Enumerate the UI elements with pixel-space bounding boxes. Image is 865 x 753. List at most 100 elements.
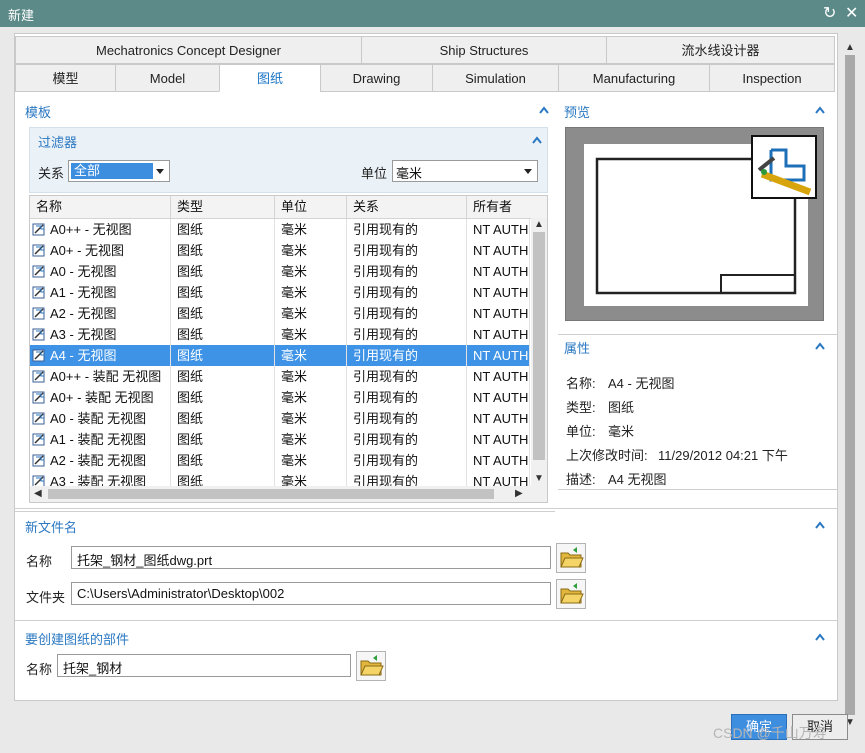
preview-collapse-icon[interactable] (815, 106, 825, 116)
divider (15, 620, 837, 621)
cell-relation: 引用现有的 (347, 387, 467, 408)
tab-drawing-cn[interactable]: 图纸 (219, 64, 321, 92)
cell-type: 图纸 (171, 408, 275, 429)
cell-owner: NT AUTH (467, 261, 530, 282)
table-row[interactable]: A0++ - 无视图 图纸 毫米 引用现有的 NT AUTH (30, 219, 530, 240)
template-collapse-icon[interactable] (539, 106, 549, 116)
cell-relation: 引用现有的 (347, 219, 467, 240)
part-section-title: 要创建图纸的部件 (25, 632, 130, 647)
file-name-input[interactable]: 托架_钢材_图纸dwg.prt (71, 546, 551, 569)
part-collapse-icon[interactable] (815, 633, 825, 643)
cell-type: 图纸 (171, 261, 275, 282)
tab-model-cn[interactable]: 模型 (15, 64, 116, 92)
file-name-label: 名称 (26, 554, 53, 569)
cell-type: 图纸 (171, 240, 275, 261)
cell-owner: NT AUTH (467, 324, 530, 345)
scroll-down-icon[interactable]: ▼ (534, 473, 544, 484)
unit-select[interactable]: 毫米 (392, 160, 538, 182)
tab-mechatronics[interactable]: Mechatronics Concept Designer (15, 36, 362, 64)
close-icon[interactable]: ✕ (845, 3, 858, 23)
table-row[interactable]: A0++ - 装配 无视图 图纸 毫米 引用现有的 NT AUTH (30, 366, 530, 387)
tab-manufacturing[interactable]: Manufacturing (558, 64, 710, 92)
reset-icon[interactable]: ↻ (823, 3, 836, 23)
table-horizontal-scrollbar[interactable]: ◀ ▶ (30, 486, 547, 502)
preview-image (565, 127, 824, 321)
new-file-section-title: 新文件名 (25, 520, 78, 535)
cell-relation: 引用现有的 (347, 429, 467, 450)
drafting-icon (751, 135, 817, 199)
cell-unit: 毫米 (275, 324, 347, 345)
table-header: 名称 类型 单位 关系 所有者 (30, 196, 547, 219)
dialog-scroll-thumb[interactable] (845, 55, 855, 715)
cell-relation: 引用现有的 (347, 282, 467, 303)
tab-simulation[interactable]: Simulation (432, 64, 559, 92)
cell-owner: NT AUTH (467, 219, 530, 240)
part-name-input[interactable]: 托架_钢材 (57, 654, 351, 677)
col-header-unit[interactable]: 单位 (275, 196, 347, 218)
tab-inspection[interactable]: Inspection (709, 64, 835, 92)
filter-title: 过滤器 (38, 135, 78, 150)
table-row[interactable]: A1 - 装配 无视图 图纸 毫米 引用现有的 NT AUTH (30, 429, 530, 450)
cell-owner: NT AUTH (467, 366, 530, 387)
col-header-name[interactable]: 名称 (30, 196, 171, 218)
divider (558, 489, 837, 490)
browse-part-button[interactable] (356, 651, 386, 681)
scroll-right-icon[interactable]: ▶ (515, 488, 523, 499)
property-value: 毫米 (608, 424, 635, 439)
filter-collapse-icon[interactable] (532, 136, 542, 146)
dialog-vertical-scrollbar[interactable]: ▲ ▼ (843, 41, 857, 731)
cell-relation: 引用现有的 (347, 303, 467, 324)
cell-name: A2 - 无视图 (30, 303, 171, 324)
cell-unit: 毫米 (275, 282, 347, 303)
property-label: 类型: (566, 400, 596, 415)
folder-input[interactable]: C:\Users\Administrator\Desktop\002 (71, 582, 551, 605)
horizontal-scroll-thumb[interactable] (48, 489, 494, 499)
cell-unit: 毫米 (275, 408, 347, 429)
cell-owner: NT AUTH (467, 303, 530, 324)
table-row[interactable]: A0 - 无视图 图纸 毫米 引用现有的 NT AUTH (30, 261, 530, 282)
cell-relation: 引用现有的 (347, 240, 467, 261)
browse-file-button[interactable] (556, 543, 586, 573)
cell-type: 图纸 (171, 324, 275, 345)
cell-owner: NT AUTH (467, 282, 530, 303)
title-bar: 新建 ↻ ✕ (0, 0, 865, 27)
table-row[interactable]: A1 - 无视图 图纸 毫米 引用现有的 NT AUTH (30, 282, 530, 303)
new-file-collapse-icon[interactable] (815, 521, 825, 531)
scroll-left-icon[interactable]: ◀ (34, 488, 42, 499)
scroll-up-icon[interactable]: ▲ (845, 42, 855, 53)
col-header-type[interactable]: 类型 (171, 196, 275, 218)
cell-name: A1 - 无视图 (30, 282, 171, 303)
table-row[interactable]: A0+ - 无视图 图纸 毫米 引用现有的 NT AUTH (30, 240, 530, 261)
part-name-label: 名称 (26, 662, 53, 677)
cell-name: A0++ - 装配 无视图 (30, 366, 171, 387)
divider (558, 334, 837, 335)
relation-select[interactable]: 全部 (68, 160, 170, 182)
tab-line-designer[interactable]: 流水线设计器 (606, 36, 835, 64)
tab-row-2: 模型 Model 图纸 Drawing Simulation Manufactu… (15, 64, 837, 92)
scroll-up-icon[interactable]: ▲ (534, 219, 544, 230)
table-vertical-scrollbar[interactable]: ▲ ▼ (531, 218, 547, 486)
browse-folder-button[interactable] (556, 579, 586, 609)
template-table: 名称 类型 单位 关系 所有者 A0++ - 无视图 图纸 毫米 引用现有的 NT AU… (29, 195, 548, 503)
cell-relation: 引用现有的 (347, 324, 467, 345)
table-row[interactable]: A4 - 无视图 图纸 毫米 引用现有的 NT AUTH (30, 345, 530, 366)
tab-drawing[interactable]: Drawing (320, 64, 433, 92)
table-row[interactable]: A2 - 装配 无视图 图纸 毫米 引用现有的 NT AUTH (30, 450, 530, 471)
cell-type: 图纸 (171, 282, 275, 303)
watermark: CSDN @千山万寿 (713, 725, 827, 741)
property-label: 描述: (566, 472, 596, 487)
col-header-owner[interactable]: 所有者 (467, 196, 547, 218)
tab-ship-structures[interactable]: Ship Structures (361, 36, 607, 64)
tab-model[interactable]: Model (115, 64, 220, 92)
vertical-scroll-thumb[interactable] (533, 232, 545, 460)
cell-name: A3 - 无视图 (30, 324, 171, 345)
cell-unit: 毫米 (275, 219, 347, 240)
table-row[interactable]: A0+ - 装配 无视图 图纸 毫米 引用现有的 NT AUTH (30, 387, 530, 408)
chevron-down-icon (524, 169, 532, 174)
table-row[interactable]: A0 - 装配 无视图 图纸 毫米 引用现有的 NT AUTH (30, 408, 530, 429)
table-row[interactable]: A3 - 无视图 图纸 毫米 引用现有的 NT AUTH (30, 324, 530, 345)
properties-collapse-icon[interactable] (815, 342, 825, 352)
table-row[interactable]: A2 - 无视图 图纸 毫米 引用现有的 NT AUTH (30, 303, 530, 324)
col-header-relation[interactable]: 关系 (347, 196, 467, 218)
cell-owner: NT AUTH (467, 345, 530, 366)
